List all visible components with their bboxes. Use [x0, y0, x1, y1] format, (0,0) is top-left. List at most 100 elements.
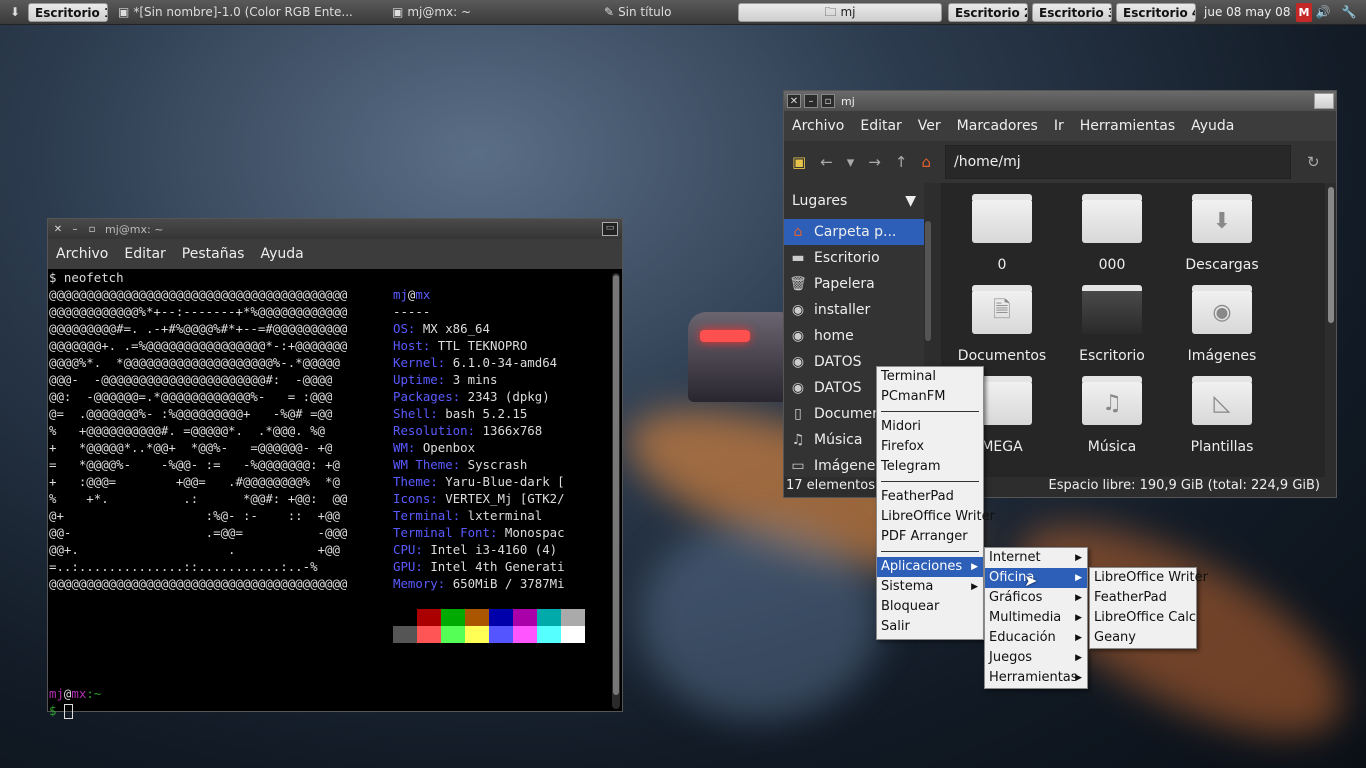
- ascii-logo-line: @@@- -@@@@@@@@@@@@@@@@@@@@@@#: -@@@@: [49, 372, 333, 387]
- forward-icon[interactable]: →: [868, 153, 881, 171]
- sidebar-scrollbar[interactable]: [925, 221, 931, 341]
- menu-herramientas[interactable]: Herramientas: [1072, 118, 1183, 134]
- wrench-icon[interactable]: 🔧: [1338, 3, 1360, 22]
- task-filemanager[interactable]: 🗀 mj: [738, 3, 942, 22]
- back-icon[interactable]: ←: [820, 153, 833, 171]
- menu-editar[interactable]: Editar: [852, 118, 909, 134]
- desktop-3-button[interactable]: Escritorio 3: [1032, 3, 1112, 22]
- menu-ver[interactable]: Ver: [910, 118, 949, 134]
- volume-icon[interactable]: 🔊: [1314, 3, 1332, 22]
- menu-item-label: LibreOffice Writer: [881, 509, 995, 524]
- file-item[interactable]: ⬇ Descargas: [1172, 194, 1272, 273]
- places-header[interactable]: Lugares ▼: [784, 183, 924, 219]
- status-free-space: Espacio libre: 190,9 GiB (total: 224,9 G…: [1048, 478, 1320, 493]
- close-icon[interactable]: ✕: [787, 94, 801, 108]
- maximize-icon[interactable]: ▫: [821, 94, 835, 108]
- maximize-icon[interactable]: ▫: [85, 222, 99, 236]
- file-item[interactable]: ♫ Música: [1062, 376, 1162, 455]
- menu-archivo[interactable]: Archivo: [784, 118, 852, 134]
- task-editor[interactable]: ✎ Sin título: [598, 3, 732, 22]
- mail-icon[interactable]: M: [1296, 3, 1312, 22]
- desktop-4-button[interactable]: Escritorio 4: [1116, 3, 1196, 22]
- info-value: Intel 4th Generati: [430, 559, 565, 574]
- root-menu-item[interactable]: Salir: [877, 617, 983, 637]
- history-dropdown-icon[interactable]: ▾: [847, 153, 855, 171]
- office-items: LibreOffice Writer FeatherPad LibreOffice …: [1090, 568, 1208, 648]
- info-line: Icons: VERTEX_Mj [GTK2/: [393, 490, 565, 507]
- office-item[interactable]: LibreOffice Writer: [1090, 568, 1208, 588]
- close-icon[interactable]: ✕: [51, 222, 65, 236]
- applications-item[interactable]: Internet ▶: [985, 548, 1087, 568]
- menu-editar[interactable]: Editar: [116, 246, 173, 262]
- info-label: Resolution: [393, 423, 468, 438]
- ascii-logo-line: % +@@@@@@@@@@#. =@@@@@*. .*@@@. %@: [49, 423, 326, 438]
- file-item[interactable]: 0: [952, 194, 1052, 273]
- task-gimp[interactable]: ▣ *[Sin nombre]-1.0 (Color RGB Ente...: [112, 3, 382, 22]
- root-menu-item[interactable]: PCmanFM: [877, 387, 983, 407]
- office-item[interactable]: Geany: [1090, 628, 1196, 648]
- menu-pestanas[interactable]: Pestañas: [174, 246, 253, 262]
- reload-icon[interactable]: ↻: [1307, 153, 1320, 171]
- file-item[interactable]: Escritorio: [1062, 285, 1162, 364]
- menu-ayuda[interactable]: Ayuda: [1183, 118, 1242, 134]
- root-menu-item[interactable]: LibreOffice Writer: [877, 507, 995, 527]
- menu-archivo[interactable]: Archivo: [48, 246, 116, 262]
- root-menu-item[interactable]: Sistema ▶: [877, 577, 983, 597]
- task-label: Sin título: [618, 5, 672, 19]
- ascii-logo-line: % +*. .: *@@#: +@@: @@: [49, 491, 348, 506]
- info-label: Uptime: [393, 372, 438, 387]
- terminal-titlebar[interactable]: ✕ – ▫ mj@mx: ~ ▭: [48, 219, 622, 239]
- applications-item[interactable]: Juegos ▶: [985, 648, 1087, 668]
- menu-marcadores[interactable]: Marcadores: [949, 118, 1046, 134]
- up-icon[interactable]: ↑: [895, 153, 908, 171]
- root-menu-item[interactable]: Bloquear: [877, 597, 983, 617]
- applications-item[interactable]: Gráficos ▶: [985, 588, 1087, 608]
- minimize-icon[interactable]: –: [68, 222, 82, 236]
- sidebar-item-1[interactable]: ⌂ Carpeta p...: [784, 219, 924, 245]
- file-area-scrollbar[interactable]: [1328, 187, 1334, 323]
- music-folder-icon: ♫: [1082, 376, 1142, 425]
- root-menu-item[interactable]: Telegram: [877, 457, 983, 477]
- file-item[interactable]: ◺ Plantillas: [1172, 376, 1272, 455]
- desktop-1-button[interactable]: Escritorio 1: [28, 3, 108, 22]
- prompt-host: mx: [71, 686, 87, 701]
- text-cursor: [63, 704, 73, 719]
- root-menu-item[interactable]: Aplicaciones ▶: [877, 557, 983, 577]
- sidebar-item-4[interactable]: ◉ installer: [784, 297, 924, 323]
- applications-item[interactable]: Multimedia ▶: [985, 608, 1087, 628]
- minimize-icon[interactable]: –: [804, 94, 818, 108]
- fm-titlebar[interactable]: ✕ – ▫ mj: [784, 91, 1336, 111]
- file-item[interactable]: ◉ Imágenes: [1172, 285, 1272, 364]
- info-label: Terminal: [393, 508, 453, 523]
- path-bar[interactable]: /home/mj: [944, 145, 1291, 179]
- file-item[interactable]: 🗎 Documentos: [952, 285, 1052, 364]
- office-item[interactable]: FeatherPad: [1090, 588, 1196, 608]
- desktop-2-button[interactable]: Escritorio 2: [948, 3, 1028, 22]
- window-menu-icon[interactable]: [1314, 93, 1334, 109]
- root-menu-item[interactable]: Midori: [877, 417, 983, 437]
- sidebar-item-5[interactable]: ◉ home: [784, 323, 924, 349]
- window-menu-icon[interactable]: ▭: [602, 222, 618, 236]
- info-value: lxterminal: [467, 508, 543, 523]
- sidebar-item-2[interactable]: ▬ Escritorio: [784, 245, 924, 271]
- terminal-scrollbar[interactable]: [612, 273, 620, 709]
- new-tab-icon[interactable]: ▣: [792, 153, 806, 171]
- root-menu-item[interactable]: Firefox: [877, 437, 983, 457]
- task-terminal[interactable]: ▣ mj@mx: ~: [386, 3, 592, 22]
- menu-ir[interactable]: Ir: [1046, 118, 1072, 134]
- applications-item[interactable]: Educación ▶: [985, 628, 1087, 648]
- scroll-thumb[interactable]: [613, 275, 619, 695]
- root-menu-item[interactable]: PDF Arranger: [877, 527, 983, 547]
- office-item[interactable]: LibreOffice Calc: [1090, 608, 1196, 628]
- menu-arrow-icon[interactable]: ⬇: [4, 3, 26, 22]
- root-menu-item[interactable]: Terminal: [877, 367, 983, 387]
- file-item[interactable]: 000: [1062, 194, 1162, 273]
- sidebar-item-3[interactable]: 🗑 Papelera: [784, 271, 924, 297]
- applications-item[interactable]: Herramientas ▶: [985, 668, 1087, 688]
- home-icon[interactable]: ⌂: [921, 153, 931, 171]
- clock[interactable]: jue 08 may 08:47: [1198, 3, 1292, 22]
- prompt-sign: $: [49, 703, 57, 718]
- terminal-content[interactable]: $ neofetch @@@@@@@@@@@@@@@@@@@@@@@@@@@@@…: [48, 269, 608, 719]
- root-menu-item[interactable]: FeatherPad: [877, 487, 983, 507]
- menu-ayuda[interactable]: Ayuda: [252, 246, 311, 262]
